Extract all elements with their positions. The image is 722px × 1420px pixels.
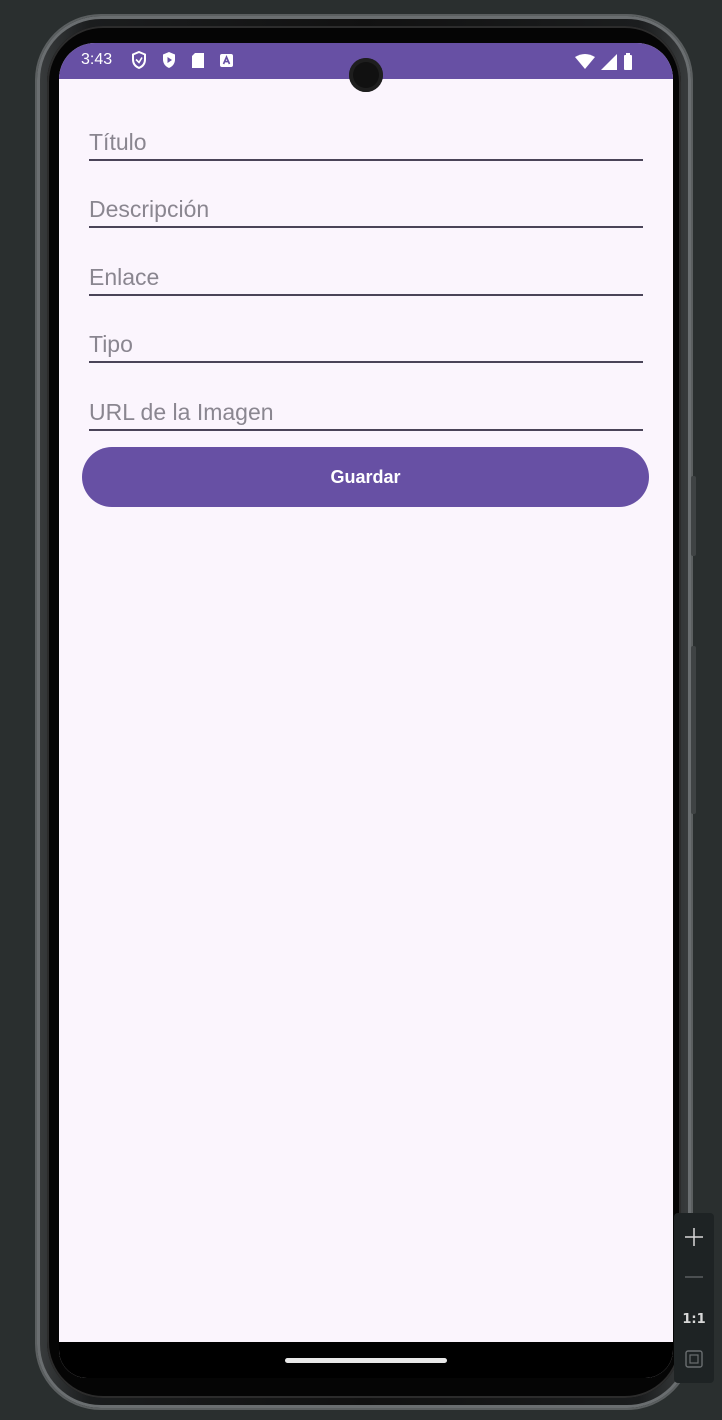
sd-card-icon bbox=[191, 52, 205, 73]
image-url-field[interactable] bbox=[89, 383, 643, 431]
title-field[interactable] bbox=[89, 113, 643, 161]
emulator-stage: 3:43 Título Descripción Enlace Tipo URL … bbox=[0, 0, 722, 1420]
fit-screen-icon[interactable] bbox=[674, 1341, 714, 1377]
cellular-signal-icon bbox=[601, 53, 617, 74]
link-input[interactable] bbox=[89, 264, 643, 291]
front-camera bbox=[349, 58, 383, 92]
phone-screen: 3:43 Título Descripción Enlace Tipo URL … bbox=[59, 43, 673, 1378]
play-protect-icon bbox=[161, 51, 177, 73]
app-notification-icon bbox=[219, 53, 234, 72]
description-field[interactable] bbox=[89, 180, 643, 228]
vpn-shield-icon bbox=[131, 50, 147, 73]
status-time: 3:43 bbox=[81, 51, 113, 68]
image-url-input[interactable] bbox=[89, 399, 643, 426]
type-field[interactable] bbox=[89, 315, 643, 363]
actual-size-button[interactable]: 1:1 bbox=[674, 1301, 714, 1337]
title-input[interactable] bbox=[89, 129, 643, 156]
navigation-bar bbox=[59, 1342, 673, 1378]
save-button[interactable]: Guardar bbox=[82, 447, 649, 507]
home-gesture-handle[interactable] bbox=[285, 1358, 447, 1363]
battery-icon bbox=[623, 53, 633, 74]
plus-icon[interactable] bbox=[674, 1219, 714, 1255]
link-field[interactable] bbox=[89, 248, 643, 296]
minus-icon[interactable] bbox=[674, 1259, 714, 1295]
status-left-icons bbox=[131, 50, 234, 73]
description-input[interactable] bbox=[89, 196, 643, 223]
emulator-zoom-panel: 1:1 bbox=[674, 1213, 714, 1383]
status-right-icons bbox=[575, 53, 633, 74]
power-button bbox=[691, 476, 696, 556]
volume-button bbox=[691, 646, 696, 814]
type-input[interactable] bbox=[89, 331, 643, 358]
wifi-icon bbox=[575, 53, 595, 74]
